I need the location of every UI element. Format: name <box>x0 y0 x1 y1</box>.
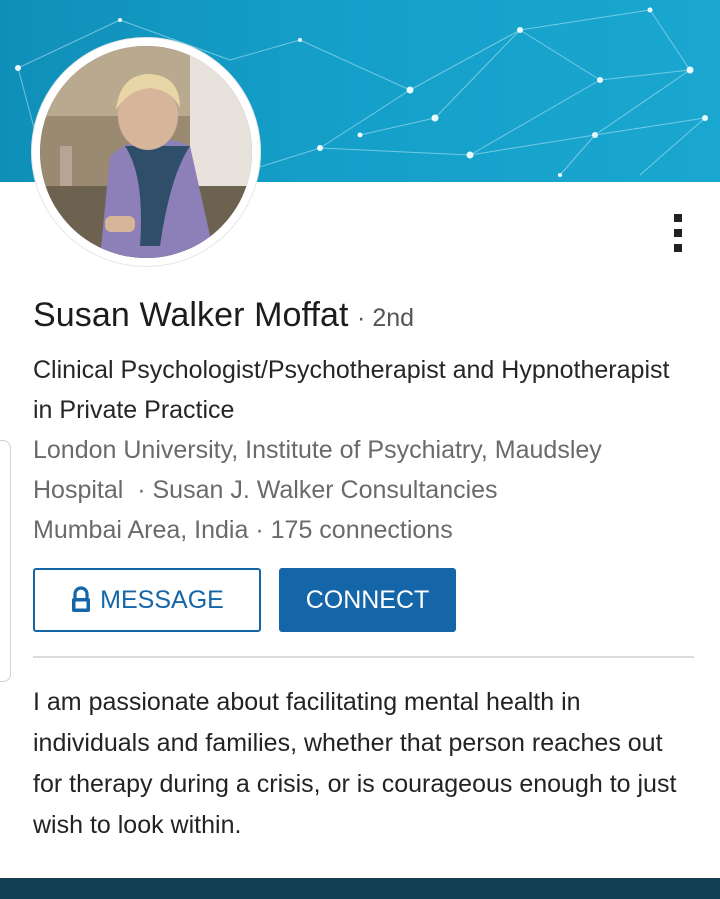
profile-photo <box>40 46 252 258</box>
section-divider <box>33 656 694 658</box>
connection-degree: · 2nd <box>357 304 415 332</box>
lock-icon <box>70 586 92 614</box>
profile-summary: I am passionate about facilitating menta… <box>33 688 677 839</box>
connection-count[interactable]: · 175 connections <box>255 516 452 544</box>
side-drawer-handle[interactable] <box>0 440 11 682</box>
profile-location-row: Mumbai Area, India · 175 connections <box>33 510 693 550</box>
profile-name: Susan Walker Moffat <box>33 296 349 334</box>
profile-headline: Clinical Psychologist/Psychotherapist an… <box>33 356 670 424</box>
connect-button[interactable]: CONNECT <box>279 568 456 632</box>
profile-location: Mumbai Area, India <box>33 516 249 544</box>
profile-company: · Susan J. Walker Consultancies <box>137 476 498 504</box>
message-button[interactable]: MESSAGE <box>33 568 261 632</box>
profile-education-company: London University, Institute of Psychiat… <box>33 430 693 510</box>
profile-name-row: Susan Walker Moffat · 2nd <box>33 296 414 335</box>
avatar[interactable] <box>40 46 252 258</box>
message-button-label: MESSAGE <box>100 585 224 614</box>
more-options-icon[interactable] <box>670 208 688 258</box>
bottom-bar <box>0 878 720 899</box>
connect-button-label: CONNECT <box>305 585 430 614</box>
